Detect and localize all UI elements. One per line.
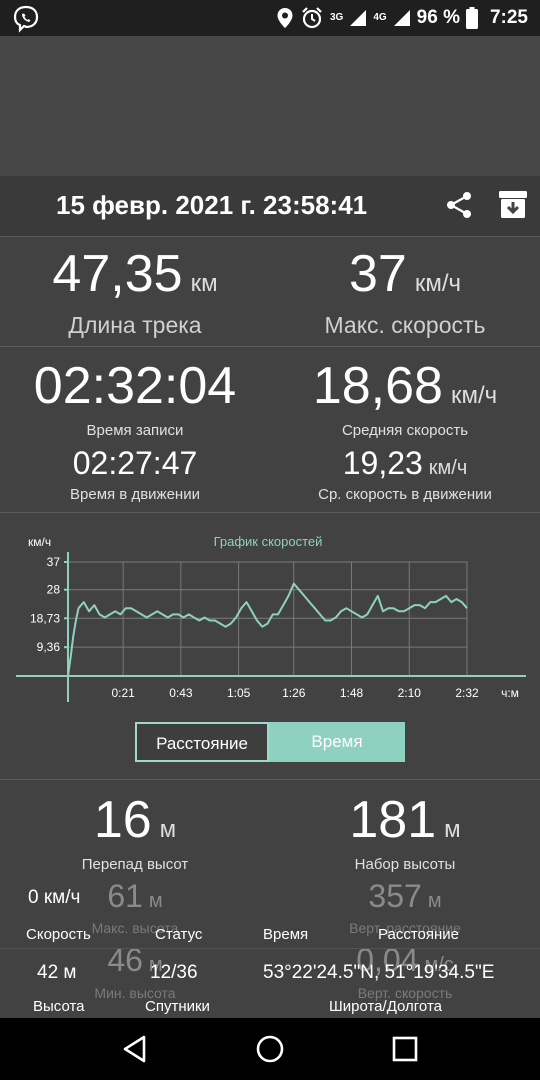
chart-x-tick-label: 2:32 (455, 686, 479, 700)
moving-time-label: Время в движении (70, 486, 200, 503)
overlay-time-label: Время (263, 926, 309, 943)
recents-icon[interactable] (391, 1035, 419, 1063)
location-icon (277, 8, 293, 28)
chart-frame (67, 561, 468, 677)
chart-x-tick-label: 1:05 (227, 686, 251, 700)
chart-title: График скоростей (214, 534, 323, 549)
archive-icon[interactable] (498, 190, 528, 220)
vert-distance-block: 357 м (270, 878, 540, 915)
chart-y-axis-label: км/ч (28, 535, 51, 549)
track-length-unit: км (190, 270, 218, 297)
chart-y-tick-label: 9,36 (37, 640, 61, 654)
avg-speed-block: 18,68 км/ч (270, 356, 540, 416)
divider (0, 948, 540, 949)
moving-avg-speed-block: 19,23 км/ч (270, 445, 540, 482)
divider (0, 346, 540, 347)
network-3g-label: 3G (329, 12, 344, 23)
avg-speed-value: 18,68 (312, 357, 443, 415)
overlay-distance-label: Расстояние (378, 926, 460, 943)
alarm-icon (302, 7, 322, 29)
chart-y-tick-label: 37 (47, 555, 61, 569)
elevation-diff-unit: м (159, 816, 177, 843)
signal-3g-icon (350, 10, 367, 26)
track-length-value: 47,35 (52, 245, 183, 303)
avg-speed-unit: км/ч (450, 382, 498, 409)
map-placeholder (0, 36, 540, 176)
elevation-diff-block: 16 м (0, 790, 270, 850)
chart-y-tick-label: 28 (47, 583, 61, 597)
divider (0, 779, 540, 780)
speed-series-line (67, 582, 468, 677)
signal-4g-icon (393, 10, 410, 26)
record-time-value: 02:32:04 (33, 357, 237, 415)
overlay-coords-label: Широта/Долгота (329, 998, 442, 1015)
overlay-speed-value: 0 км/ч (28, 887, 81, 908)
moving-avg-speed-value: 19,23 (342, 445, 423, 481)
overlay-speed-label: Скорость (26, 926, 91, 943)
elevation-diff-value: 16 (93, 791, 152, 849)
vert-distance-value: 357 (368, 878, 422, 914)
network-4g-label: 4G (373, 12, 387, 23)
battery-percent: 96 % (416, 7, 460, 28)
distance-toggle-button[interactable]: Расстояние (135, 722, 269, 762)
max-speed-value: 37 (348, 245, 407, 303)
max-speed-block: 37 км/ч (270, 244, 540, 304)
battery-icon (465, 7, 478, 29)
overlay-altitude-value: 42 м (37, 962, 77, 983)
time-toggle-button[interactable]: Время (269, 722, 405, 762)
status-icons: 3G 4G 96 % 7:25 (276, 0, 528, 36)
vert-distance-unit: м (427, 890, 442, 912)
track-length-block: 47,35 км (0, 244, 270, 304)
moving-time-value: 02:27:47 (72, 445, 198, 481)
divider (0, 236, 540, 237)
chart-x-tick-label: 1:26 (282, 686, 306, 700)
moving-time-block: 02:27:47 (0, 445, 270, 482)
record-time-label: Время записи (86, 422, 184, 439)
overlay-status-label: Статус (155, 926, 203, 943)
viber-icon (13, 5, 39, 33)
record-time-block: 02:32:04 (0, 356, 270, 416)
overlay-satellites-label: Спутники (145, 998, 210, 1015)
overlay-altitude-label: Высота (33, 998, 85, 1015)
chart-y-tick-label: 18,73 (30, 611, 60, 625)
chart-x-tick-label: 0:21 (111, 686, 135, 700)
overlay-coords-value: 53°22'24.5"N, 51°19'34.5"E (263, 962, 495, 983)
share-icon[interactable] (444, 190, 474, 220)
chart-x-axis-label: ч:м (501, 686, 519, 700)
overlay-satellites-value: 12/36 (150, 962, 198, 983)
moving-avg-speed-label: Ср. скорость в движении (318, 486, 492, 503)
chart-x-tick-label: 2:10 (398, 686, 422, 700)
elevation-diff-label: Перепад высот (81, 856, 189, 873)
moving-avg-speed-unit: км/ч (428, 457, 468, 479)
max-altitude-value: 61 (107, 878, 143, 914)
avg-speed-label: Средняя скорость (341, 422, 469, 439)
max-altitude-unit: м (148, 890, 163, 912)
clock: 7:25 (489, 7, 528, 28)
track-datetime: 15 февр. 2021 г. 23:58:41 (56, 190, 368, 220)
max-speed-label: Макс. скорость (324, 312, 486, 338)
speed-chart[interactable]: График скоростей км/ч ч:м 37 28 18,73 9,36 0… (0, 520, 540, 710)
elevation-gain-value: 181 (349, 791, 437, 849)
elevation-gain-block: 181 м (270, 790, 540, 850)
back-icon[interactable] (120, 1034, 150, 1064)
chart-x-tick-label: 1:48 (340, 686, 364, 700)
chart-x-tick-label: 0:43 (169, 686, 193, 700)
elevation-gain-label: Набор высоты (354, 856, 456, 873)
home-icon[interactable] (255, 1034, 285, 1064)
max-speed-unit: км/ч (414, 270, 461, 297)
elevation-gain-unit: м (444, 816, 461, 843)
divider (0, 512, 540, 513)
track-length-label: Длина трека (68, 312, 202, 338)
